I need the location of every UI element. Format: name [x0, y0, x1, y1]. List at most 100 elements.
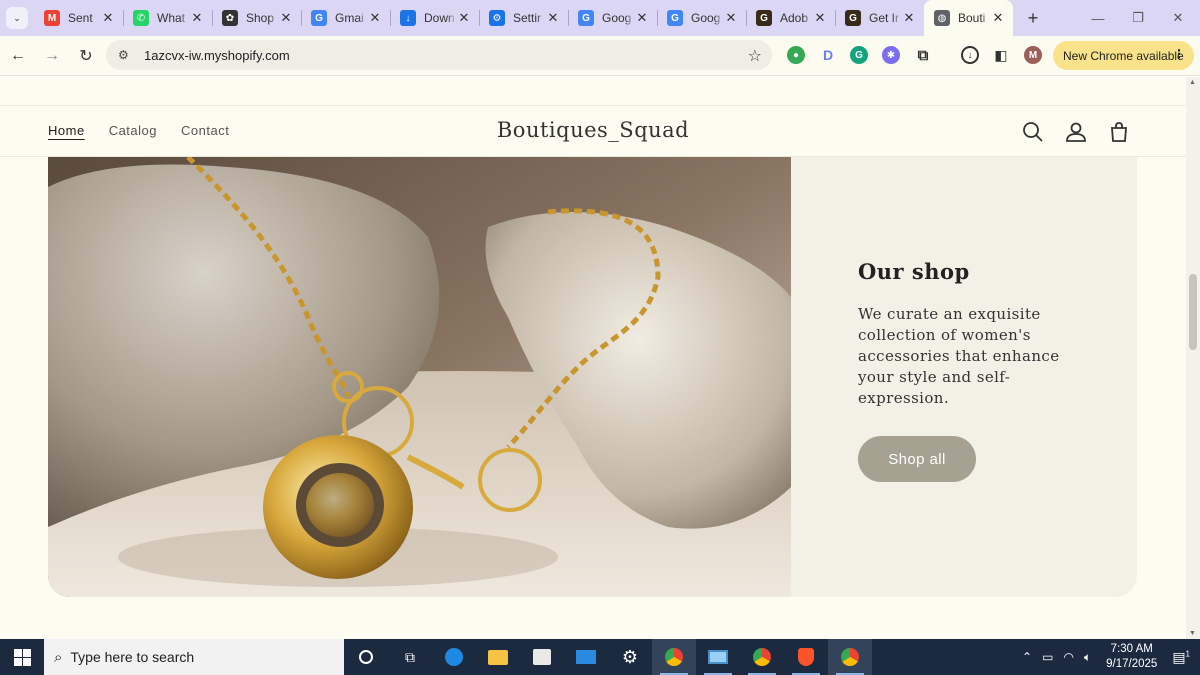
browser-tab[interactable]: ⚙ Settir ✕: [479, 0, 568, 36]
side-panel-icon[interactable]: ◧: [992, 46, 1010, 64]
clock-time: 7:30 AM: [1110, 643, 1153, 655]
google-icon: G: [667, 10, 683, 26]
start-button[interactable]: [0, 639, 44, 675]
update-label: New Chrome available: [1063, 48, 1184, 63]
hero-text-block: Our shop We curate an exquisite collecti…: [858, 259, 1088, 409]
chrome-update-button[interactable]: New Chrome available ⋮: [1053, 41, 1194, 70]
minimize-button[interactable]: —: [1078, 0, 1118, 36]
taskbar-search-placeholder: Type here to search: [70, 649, 195, 665]
browser-tab[interactable]: G Get Ir ✕: [835, 0, 924, 36]
tab-close-icon[interactable]: ✕: [101, 10, 115, 26]
cart-icon[interactable]: [1107, 120, 1131, 144]
clock-date: 9/17/2025: [1106, 658, 1158, 670]
site-header: Home Catalog Contact Boutiques_Squad: [0, 105, 1186, 157]
address-bar[interactable]: ⚙ 1azcvx-iw.myshopify.com ☆: [106, 40, 772, 70]
taskbar-search-box[interactable]: ⌕ Type here to search: [44, 639, 344, 675]
chevron-down-icon: ⌄: [13, 12, 21, 23]
extension-green-icon[interactable]: ●: [787, 46, 805, 64]
search-icon[interactable]: [1021, 120, 1045, 144]
site-info-icon[interactable]: ⚙: [118, 48, 138, 62]
download-icon[interactable]: ↓: [961, 46, 979, 64]
profile-avatar[interactable]: M: [1024, 46, 1042, 64]
file-explorer-button[interactable]: [476, 639, 520, 675]
arrow-left-icon: ←: [10, 46, 26, 64]
tab-close-icon[interactable]: ✕: [279, 10, 293, 26]
page-scrollbar[interactable]: ▲ ▼: [1186, 77, 1200, 639]
windows-taskbar: ⌕ Type here to search ⧉ ⚙ ⌃ ▭ ◠ 🔈︎ 7:30 …: [0, 639, 1200, 675]
tab-title: Get Ir: [869, 11, 900, 25]
bookmark-star-icon[interactable]: ☆: [748, 46, 762, 66]
tab-close-icon[interactable]: ✕: [457, 10, 471, 26]
extension-d-icon[interactable]: D: [819, 46, 837, 64]
scroll-up-icon[interactable]: ▲: [1189, 79, 1196, 86]
tab-title: Down: [424, 11, 455, 25]
battery-icon[interactable]: ▭: [1042, 650, 1053, 664]
account-icon[interactable]: [1064, 120, 1088, 144]
reload-button[interactable]: ↻: [70, 40, 102, 72]
extension-gear-icon[interactable]: ✱: [882, 46, 900, 64]
hero-section: Our shop We curate an exquisite collecti…: [48, 157, 1137, 597]
edge-taskbar-button[interactable]: [432, 639, 476, 675]
tab-close-icon[interactable]: ✕: [190, 10, 204, 26]
scroll-down-icon[interactable]: ▼: [1189, 630, 1196, 637]
remote-desktop-button[interactable]: [696, 639, 740, 675]
chrome-icon: [665, 648, 683, 666]
grammarly-icon[interactable]: G: [850, 46, 868, 64]
edge-icon: [445, 648, 463, 666]
browser-tab[interactable]: G Goog ✕: [657, 0, 746, 36]
chrome-taskbar-button-m[interactable]: [652, 639, 696, 675]
notifications-icon[interactable]: ▤1: [1172, 649, 1190, 666]
brand-logo[interactable]: Boutiques_Squad: [0, 118, 1186, 142]
taskbar-clock[interactable]: 7:30 AM 9/17/2025: [1106, 642, 1157, 672]
more-menu-icon[interactable]: ⋮: [1173, 47, 1185, 61]
tab-close-icon[interactable]: ✕: [813, 10, 827, 26]
hero-title: Our shop: [858, 259, 970, 284]
tab-close-icon[interactable]: ✕: [368, 10, 382, 26]
tab-search-button[interactable]: ⌄: [6, 7, 28, 29]
new-tab-button[interactable]: +: [1019, 8, 1047, 29]
tab-close-icon[interactable]: ✕: [902, 10, 916, 26]
page-viewport: Home Catalog Contact Boutiques_Squad Our…: [0, 77, 1186, 639]
browser-tab[interactable]: ↓ Down ✕: [390, 0, 479, 36]
wifi-icon[interactable]: ◠: [1063, 650, 1073, 664]
tab-strip: ⌄ M Sent ✕ ✆ What ✕ ✿ Shop ✕ G Gmai ✕ ↓ Down ✕ ⚙ Settir ✕…: [0, 0, 1200, 36]
restore-button[interactable]: ❐: [1118, 0, 1158, 36]
back-button[interactable]: ←: [2, 40, 34, 72]
chevron-up-icon[interactable]: ⌃: [1022, 650, 1032, 664]
shop-all-button[interactable]: Shop all: [858, 436, 976, 482]
tab-title: Settir: [513, 11, 542, 25]
tab-title: What: [157, 11, 186, 25]
tab-title: Goog: [602, 11, 632, 25]
settings-taskbar-button[interactable]: ⚙: [608, 639, 652, 675]
browser-tab[interactable]: G Adob ✕: [746, 0, 835, 36]
hero-description: We curate an exquisite collection of wom…: [858, 305, 1060, 407]
browser-tab[interactable]: G Goog ✕: [568, 0, 657, 36]
volume-icon[interactable]: 🔈︎: [1084, 650, 1091, 665]
tab-close-icon[interactable]: ✕: [546, 10, 560, 26]
notification-count: 1: [1185, 648, 1190, 658]
browser-tab[interactable]: ◍ Bouti ✕: [924, 0, 1013, 36]
cortana-button[interactable]: [344, 639, 388, 675]
url-text: 1azcvx-iw.myshopify.com: [144, 47, 290, 63]
extensions-puzzle-icon[interactable]: ⧉: [914, 46, 932, 64]
tab-close-icon[interactable]: ✕: [724, 10, 738, 26]
tab-close-icon[interactable]: ✕: [991, 10, 1005, 26]
forward-button[interactable]: →: [36, 40, 68, 72]
browser-tab[interactable]: M Sent ✕: [34, 0, 123, 36]
task-view-button[interactable]: ⧉: [388, 639, 432, 675]
openai-icon: ✿: [222, 10, 238, 26]
tab-title: Gmai: [335, 11, 364, 25]
mail-button[interactable]: [564, 639, 608, 675]
reload-icon: ↻: [79, 47, 93, 65]
store-button[interactable]: [520, 639, 564, 675]
chrome-taskbar-button-s[interactable]: [828, 639, 872, 675]
chrome-taskbar-button-a[interactable]: [740, 639, 784, 675]
browser-tab[interactable]: G Gmai ✕: [301, 0, 390, 36]
browser-tab[interactable]: ✆ What ✕: [123, 0, 212, 36]
browser-tab[interactable]: ✿ Shop ✕: [212, 0, 301, 36]
close-window-button[interactable]: ✕: [1158, 0, 1198, 36]
g-icon: G: [756, 10, 772, 26]
tab-close-icon[interactable]: ✕: [635, 10, 649, 26]
brave-taskbar-button[interactable]: [784, 639, 828, 675]
scrollbar-thumb[interactable]: [1189, 274, 1197, 350]
